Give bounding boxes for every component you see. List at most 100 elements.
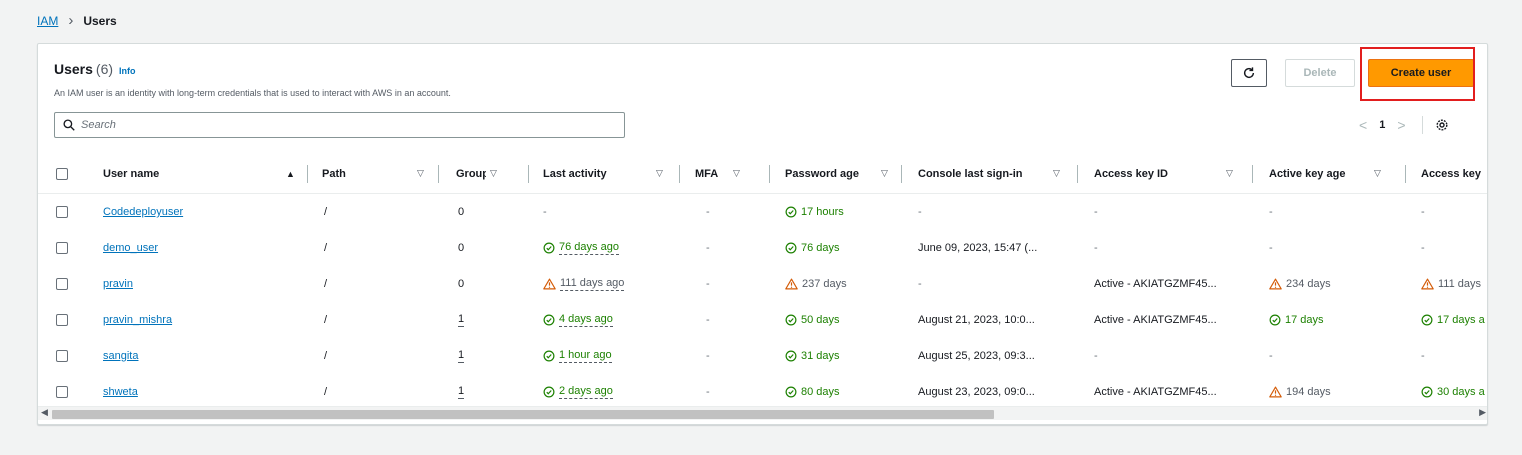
active_key_age-value: 17 days: [1285, 314, 1324, 326]
current-page[interactable]: 1: [1379, 119, 1385, 131]
password_age-value: 76 days: [801, 242, 840, 254]
col-header-last-activity[interactable]: Last activity: [543, 154, 607, 193]
sort-icon[interactable]: ▽: [417, 154, 424, 193]
scroll-left-arrow[interactable]: ◀: [41, 407, 48, 418]
mfa-value: -: [706, 206, 710, 218]
last_activity-value[interactable]: 4 days ago: [559, 313, 613, 327]
check-circle-icon: [785, 242, 797, 254]
empty-value: -: [1421, 350, 1425, 362]
search-input[interactable]: [81, 119, 621, 131]
column-divider[interactable]: [1405, 165, 1406, 183]
mfa-value: -: [706, 386, 710, 398]
col-header-user-name[interactable]: User name: [103, 154, 159, 193]
column-divider[interactable]: [307, 165, 308, 183]
column-divider[interactable]: [1252, 165, 1253, 183]
delete-button[interactable]: Delete: [1285, 59, 1355, 87]
password_age-value: 50 days: [801, 314, 840, 326]
breadcrumb-iam-link[interactable]: IAM: [37, 14, 58, 28]
check-circle-icon: [543, 314, 555, 326]
col-header-password-age[interactable]: Password age: [785, 154, 859, 193]
warning-icon: [1269, 278, 1282, 290]
col-header-active-key-age[interactable]: Active key age: [1269, 154, 1345, 193]
next-page-button[interactable]: >: [1397, 117, 1405, 133]
col-header-access-key[interactable]: Access key: [1421, 154, 1481, 193]
pagination: < 1 >: [1359, 116, 1449, 134]
row-checkbox[interactable]: [56, 350, 68, 362]
sort-icon[interactable]: ▽: [1374, 154, 1381, 193]
col-header-path[interactable]: Path: [322, 154, 346, 193]
column-divider[interactable]: [769, 165, 770, 183]
scroll-right-arrow[interactable]: ▶: [1479, 407, 1486, 418]
col-header-console-last-sign-in[interactable]: Console last sign-in: [918, 154, 1023, 193]
password_age-value: 17 hours: [801, 206, 844, 218]
pager-divider: [1421, 116, 1423, 134]
user-name-link[interactable]: Codedeployuser: [103, 206, 183, 218]
sort-ascending-icon[interactable]: ▲: [286, 154, 295, 193]
prev-page-button[interactable]: <: [1359, 117, 1367, 133]
sort-icon[interactable]: ▽: [656, 154, 663, 193]
info-link[interactable]: Info: [119, 66, 136, 76]
sort-icon[interactable]: ▽: [733, 154, 740, 193]
groups-value[interactable]: 1: [458, 349, 465, 363]
access_key-value: 111 days: [1438, 278, 1482, 290]
last_activity-value[interactable]: 76 days ago: [559, 241, 619, 255]
column-divider[interactable]: [528, 165, 529, 183]
groups-value: 0: [458, 278, 465, 290]
page-title: Users: [54, 61, 93, 77]
user-name-link[interactable]: demo_user: [103, 242, 158, 254]
scrollbar-thumb[interactable]: [52, 410, 994, 419]
groups-value: 0: [458, 242, 465, 254]
column-divider[interactable]: [679, 165, 680, 183]
sort-icon[interactable]: ▽: [490, 154, 497, 193]
row-checkbox[interactable]: [56, 242, 68, 254]
last_activity-value[interactable]: 2 days ago: [559, 385, 613, 399]
path-value: /: [324, 242, 328, 254]
empty-value: -: [1269, 206, 1273, 218]
col-header-access-key-id[interactable]: Access key ID: [1094, 154, 1168, 193]
access-key-id-value: Active - AKIATGZMF45...: [1094, 314, 1217, 326]
check-circle-icon: [543, 386, 555, 398]
col-header-groups[interactable]: Groups: [456, 154, 486, 193]
table-row: shweta / 1 2 days ago - 80 days August 23, 202…: [38, 374, 1487, 406]
refresh-button[interactable]: [1231, 59, 1267, 87]
sort-icon[interactable]: ▽: [1053, 154, 1060, 193]
check-circle-icon: [1421, 386, 1433, 398]
console-sign-in-value: August 25, 2023, 09:3...: [918, 350, 1035, 362]
column-divider[interactable]: [901, 165, 902, 183]
last_activity-value[interactable]: 1 hour ago: [559, 349, 612, 363]
column-divider[interactable]: [438, 165, 439, 183]
empty-value: -: [1421, 242, 1425, 254]
table-row: sangita / 1 1 hour ago - 31 days August 25, 20…: [38, 338, 1487, 374]
empty-value: -: [1269, 350, 1273, 362]
check-circle-icon: [1269, 314, 1281, 326]
warning-icon: [1421, 278, 1434, 290]
select-all-checkbox[interactable]: [56, 167, 68, 180]
mfa-value: -: [706, 242, 710, 254]
user-name-link[interactable]: pravin_mishra: [103, 314, 172, 326]
user-name-link[interactable]: sangita: [103, 350, 138, 362]
sort-icon[interactable]: ▽: [881, 154, 888, 193]
row-checkbox[interactable]: [56, 386, 68, 398]
row-select-cell: [56, 338, 68, 374]
search-box[interactable]: [54, 112, 625, 138]
user-name-link[interactable]: shweta: [103, 386, 138, 398]
groups-value[interactable]: 1: [458, 385, 465, 399]
empty-value: -: [1421, 206, 1425, 218]
console-sign-in-value: August 21, 2023, 10:0...: [918, 314, 1035, 326]
users-table: User name ▲ Path ▽ Groups ▽ Last activit…: [38, 154, 1487, 406]
row-checkbox[interactable]: [56, 278, 68, 290]
gear-icon[interactable]: [1435, 118, 1449, 132]
create-user-button[interactable]: Create user: [1368, 59, 1474, 87]
user-name-link[interactable]: pravin: [103, 278, 133, 290]
col-header-mfa[interactable]: MFA: [695, 154, 718, 193]
access-key-id-value: Active - AKIATGZMF45...: [1094, 278, 1217, 290]
select-all-cell: [56, 154, 68, 193]
sort-icon[interactable]: ▽: [1226, 154, 1233, 193]
row-checkbox[interactable]: [56, 314, 68, 326]
row-checkbox[interactable]: [56, 206, 68, 218]
last_activity-value[interactable]: 111 days ago: [560, 277, 625, 291]
column-divider[interactable]: [1077, 165, 1078, 183]
active_key_age-value: 194 days: [1286, 386, 1331, 398]
horizontal-scrollbar[interactable]: ◀ ▶: [38, 406, 1487, 420]
groups-value[interactable]: 1: [458, 313, 465, 327]
